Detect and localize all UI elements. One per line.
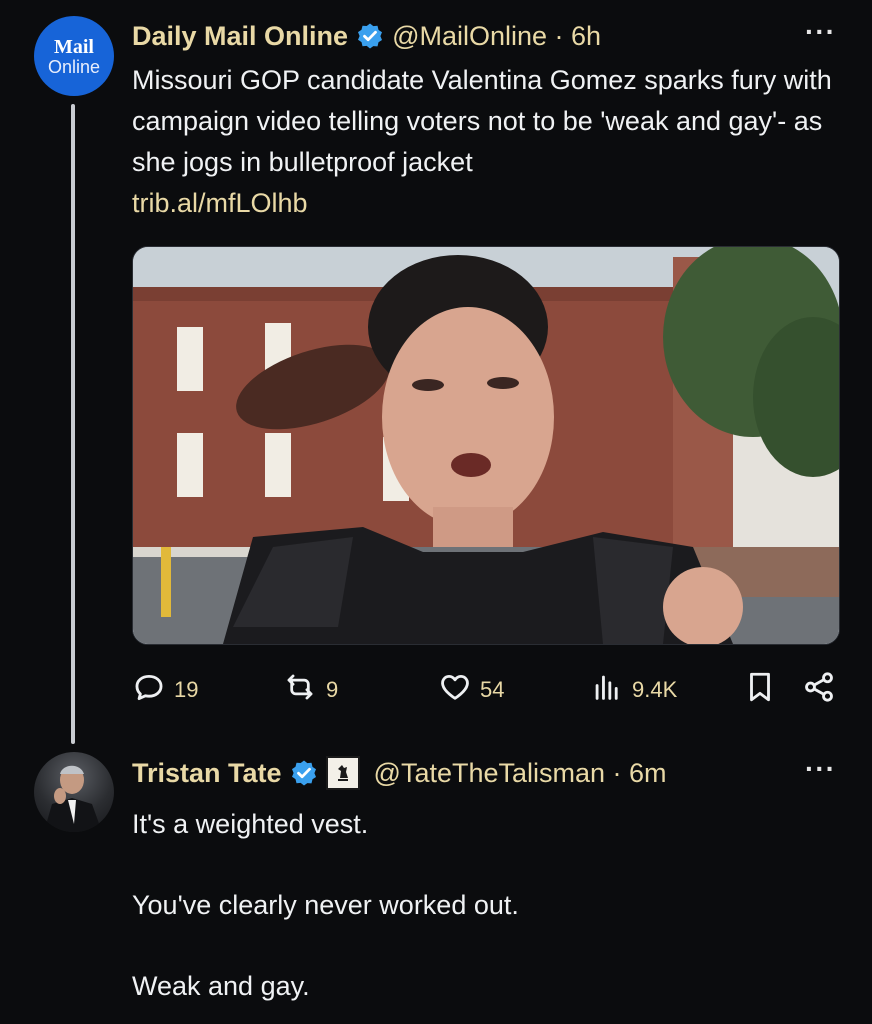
tweet-action-bar: 19 9 54 9.4K <box>132 670 842 710</box>
views-count: 9.4K <box>632 677 678 702</box>
more-options-icon[interactable]: ··· <box>805 16 836 48</box>
verified-badge-icon <box>290 759 318 787</box>
reply-line-3: Weak and gay. <box>132 971 310 1001</box>
author-handle-time[interactable]: @MailOnline · 6h <box>392 21 601 52</box>
tweet-link[interactable]: trib.al/mfLOlhb <box>132 188 308 218</box>
avatar-photo <box>44 765 102 832</box>
media-photo <box>133 247 839 644</box>
verified-badge-icon <box>356 22 384 50</box>
avatar-text-online: Online <box>47 57 101 77</box>
reply-body: It's a weighted vest. You've clearly nev… <box>132 804 832 1007</box>
reply-line-1: It's a weighted vest. <box>132 809 369 839</box>
reply-author-name[interactable]: Tristan Tate <box>132 758 282 789</box>
reply-line-2: You've clearly never worked out. <box>132 890 519 920</box>
reply-icon <box>132 670 174 710</box>
bookmark-icon <box>744 670 784 710</box>
repost-button[interactable]: 9 <box>282 670 338 710</box>
reply-button[interactable]: 19 <box>132 670 198 710</box>
tweet-media-image[interactable] <box>132 246 840 645</box>
reply-more-options-icon[interactable]: ··· <box>805 753 836 785</box>
bookmark-button[interactable] <box>744 670 784 710</box>
author-name[interactable]: Daily Mail Online <box>132 21 348 52</box>
views-button[interactable]: 9.4K <box>590 670 677 710</box>
reply-author-handle-time[interactable]: @TateTheTalisman · 6m <box>374 758 667 789</box>
avatar-mailonline[interactable]: Mail Online <box>34 16 114 96</box>
repost-icon <box>282 670 326 710</box>
avatar-text-mail: Mail <box>54 36 94 58</box>
thread-connector-line <box>71 104 75 744</box>
like-count: 54 <box>480 677 505 702</box>
share-button[interactable] <box>802 670 844 710</box>
reply-count: 19 <box>174 677 199 702</box>
tweet-body: Missouri GOP candidate Valentina Gomez s… <box>132 60 832 224</box>
reply-header: Tristan Tate @TateTheTalisman · 6m <box>132 754 667 792</box>
like-button[interactable]: 54 <box>438 670 504 710</box>
affiliate-badge-icon[interactable] <box>325 756 360 790</box>
avatar-tristan-tate[interactable] <box>34 752 114 832</box>
like-icon <box>438 670 480 710</box>
repost-count: 9 <box>326 677 339 702</box>
tweet-text: Missouri GOP candidate Valentina Gomez s… <box>132 65 832 177</box>
views-icon <box>590 670 632 710</box>
tweet-header: Daily Mail Online @MailOnline · 6h <box>132 17 601 55</box>
share-icon <box>802 670 844 710</box>
